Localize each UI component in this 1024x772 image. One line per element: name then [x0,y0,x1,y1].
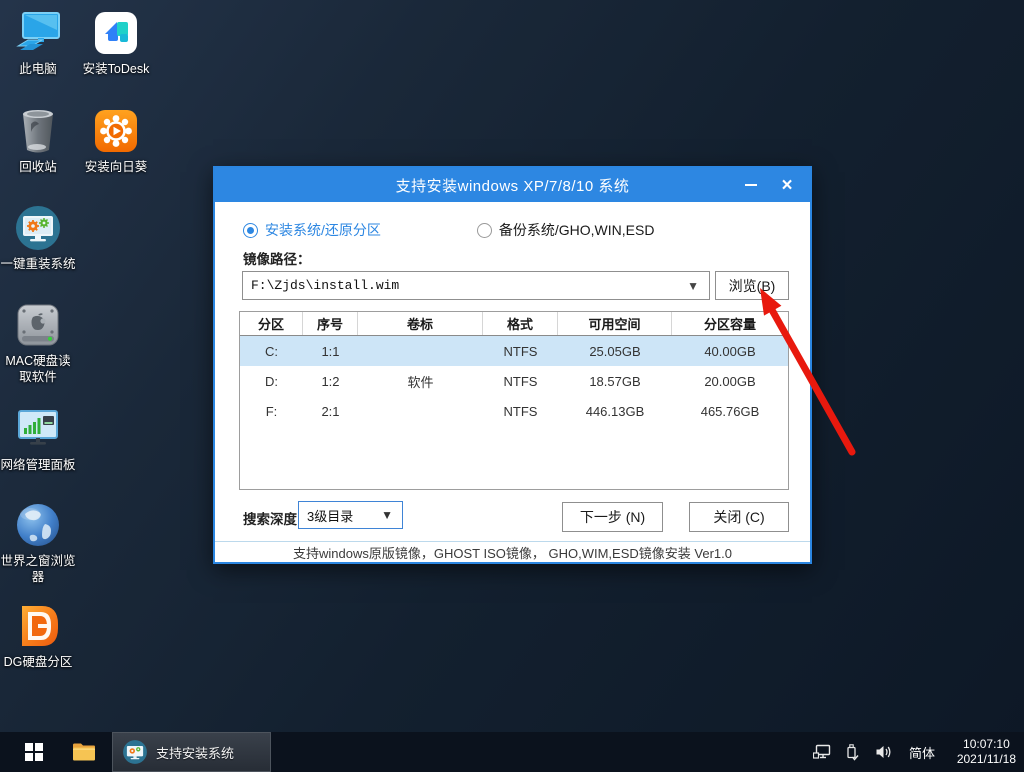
start-button[interactable] [12,732,56,772]
time-text: 10:07:10 [963,737,1010,752]
taskbar-item-label: 支持安装系统 [156,743,234,762]
world-browser-icon [13,500,63,550]
cell-free: 18.57GB [558,374,672,389]
dialog-footer-text: 支持windows原版镜像，GHOST ISO镜像， GHO,WIM,ESD镜像… [215,541,810,562]
clock[interactable]: 10:07:10 2021/11/18 [957,732,1016,772]
icon-label: 回收站 [19,160,57,176]
date-text: 2021/11/18 [957,752,1016,767]
search-depth-value: 3级目录 [299,506,372,525]
folder-icon [72,742,96,762]
desktop-icon-this-pc[interactable]: 此电脑 [0,8,76,78]
col-header-partition: 分区 [240,312,303,335]
minimize-button[interactable] [736,168,766,202]
installer-dialog: 支持安装windows XP/7/8/10 系统 × 安装系统/还原分区 备份系… [213,166,812,564]
radio-selected-icon [243,223,258,238]
computer-icon [13,8,63,58]
file-explorer-button[interactable] [62,732,106,772]
icon-label: 世界之窗浏览器 [0,554,76,585]
col-header-capacity: 分区容量 [672,312,788,335]
cell-capacity: 40.00GB [672,344,788,359]
col-header-format: 格式 [483,312,558,335]
dialog-content: 安装系统/还原分区 备份系统/GHO,WIN,ESD 镜像路径： F:\Zjds… [215,202,810,562]
radio-install-restore[interactable]: 安装系统/还原分区 [243,220,381,240]
cell-partition: C: [240,344,303,359]
volume-tray-icon[interactable] [870,732,898,772]
icon-label: DG硬盘分区 [4,655,73,671]
cell-index: 2:1 [303,404,358,419]
network-tray-icon[interactable] [808,732,836,772]
cell-volume: 软件 [358,372,483,391]
radio-backup[interactable]: 备份系统/GHO,WIN,ESD [477,220,655,240]
mac-disk-icon [13,300,63,350]
icon-label: 此电脑 [19,62,57,78]
mode-radio-group: 安装系统/还原分区 备份系统/GHO,WIN,ESD [243,220,654,240]
table-row-d[interactable]: D: 1:2 软件 NTFS 18.57GB 20.00GB [240,366,788,396]
image-path-value: F:\Zjds\install.wim [243,278,677,293]
desktop-icon-reinstall-system[interactable]: 一键重装系统 [0,203,76,273]
desktop-icon-dg-partition[interactable]: DG硬盘分区 [0,601,76,671]
desktop-icon-sunflower[interactable]: 安装向日葵 [78,106,154,176]
desktop-icon-network-panel[interactable]: 网络管理面板 [0,404,76,474]
cell-capacity: 465.76GB [672,404,788,419]
icon-label: 网络管理面板 [0,458,75,474]
chevron-down-icon[interactable]: ▼ [677,279,709,293]
table-row-c[interactable]: C: 1:1 NTFS 25.05GB 40.00GB [240,336,788,366]
col-header-volume: 卷标 [358,312,483,335]
partition-table[interactable]: 分区 序号 卷标 格式 可用空间 分区容量 C: 1:1 NTFS 25.05G… [239,311,789,490]
next-button[interactable]: 下一步 (N) [562,502,663,532]
dialog-title: 支持安装windows XP/7/8/10 系统 [215,175,810,196]
language-indicator[interactable]: 简体 [904,732,940,772]
desktop-icon-recycle-bin[interactable]: 回收站 [0,106,76,176]
cell-capacity: 20.00GB [672,374,788,389]
cell-index: 1:1 [303,344,358,359]
recycle-bin-icon [13,106,63,156]
icon-label: 一键重装系统 [0,257,75,273]
dialog-titlebar[interactable]: 支持安装windows XP/7/8/10 系统 × [215,168,810,202]
close-dialog-button[interactable]: 关闭 (C) [689,502,789,532]
taskbar-item-installer[interactable]: 支持安装系统 [112,732,271,772]
installer-app-icon [122,739,148,765]
chevron-down-icon: ▼ [372,508,402,522]
search-depth-dropdown[interactable]: 3级目录 ▼ [298,501,403,529]
cell-index: 1:2 [303,374,358,389]
desktop-icon-todesk[interactable]: 安装ToDesk [78,8,154,78]
close-button[interactable]: × [772,168,802,202]
windows-logo-icon [25,743,43,761]
search-depth-label: 搜索深度 [243,508,297,528]
browse-button[interactable]: 浏览(B) [715,271,789,300]
cell-partition: D: [240,374,303,389]
usb-tray-icon[interactable] [838,732,866,772]
table-header-row: 分区 序号 卷标 格式 可用空间 分区容量 [240,312,788,336]
desktop-icon-mac-disk[interactable]: MAC硬盘读取软件 [0,300,76,385]
icon-label: MAC硬盘读取软件 [0,354,76,385]
dg-partition-icon [13,601,63,651]
desktop-icon-world-browser[interactable]: 世界之窗浏览器 [0,500,76,585]
col-header-index: 序号 [303,312,358,335]
taskbar: 支持安装系统 简体 10:07:10 2021/11/18 [0,732,1024,772]
radio-install-label: 安装系统/还原分区 [265,220,381,240]
cell-partition: F: [240,404,303,419]
cell-free: 25.05GB [558,344,672,359]
radio-backup-label: 备份系统/GHO,WIN,ESD [499,220,655,240]
cell-free: 446.13GB [558,404,672,419]
network-panel-icon [13,404,63,454]
cell-format: NTFS [483,404,558,419]
icon-label: 安装向日葵 [85,160,148,176]
todesk-icon [91,8,141,58]
reinstall-system-icon [13,203,63,253]
icon-label: 安装ToDesk [83,62,150,78]
image-path-combobox[interactable]: F:\Zjds\install.wim ▼ [242,271,710,300]
minimize-icon [745,184,757,186]
close-icon: × [781,176,792,195]
radio-unselected-icon [477,223,492,238]
col-header-free-space: 可用空间 [558,312,672,335]
table-row-f[interactable]: F: 2:1 NTFS 446.13GB 465.76GB [240,396,788,426]
image-path-label: 镜像路径： [243,248,311,268]
sunflower-icon [91,106,141,156]
cell-format: NTFS [483,374,558,389]
cell-format: NTFS [483,344,558,359]
